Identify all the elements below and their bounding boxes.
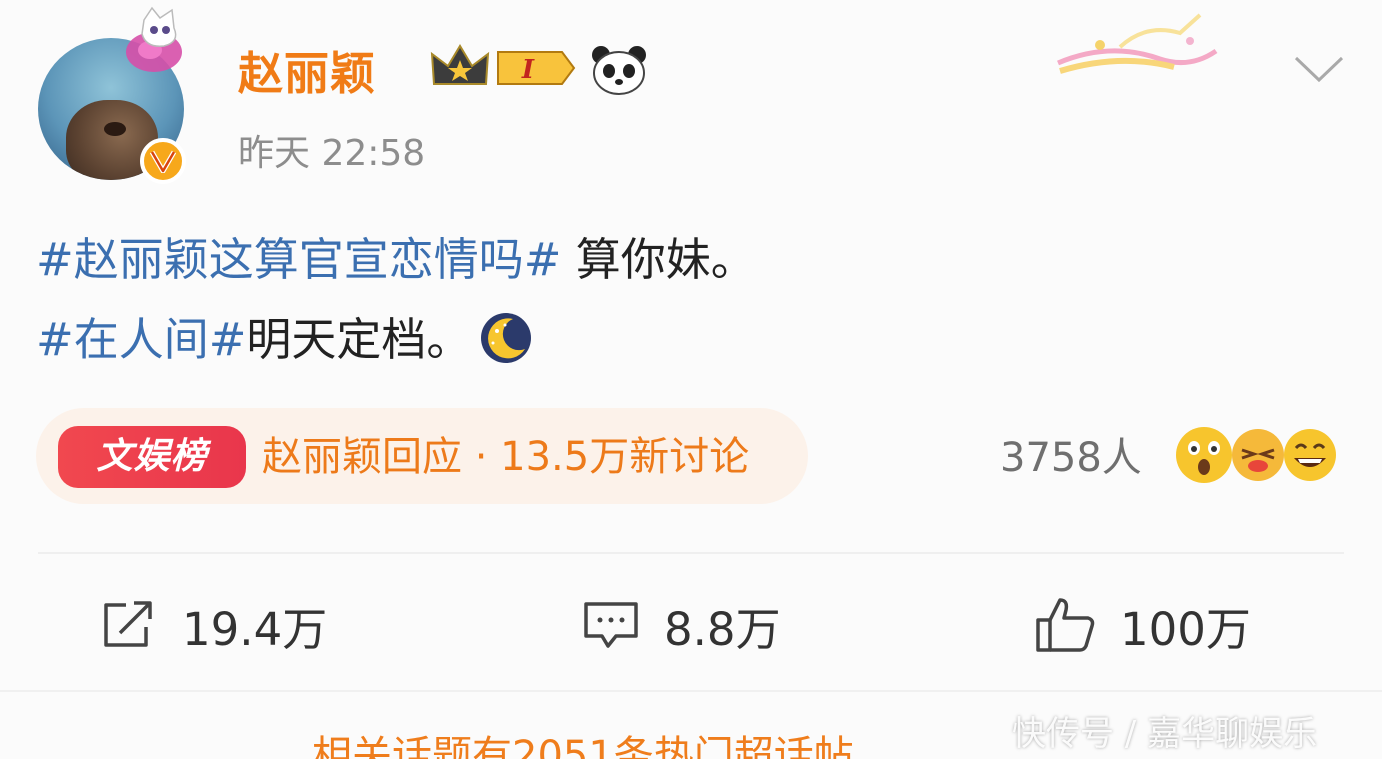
hashtag-link[interactable]: #在人间# [36,313,246,366]
post-time: 昨天 22:58 [238,133,426,174]
related-topics-link[interactable]: 相关话题有2051条热门超话帖 [312,732,854,759]
comment-icon [584,602,638,648]
hashtag-link[interactable]: #赵丽颖这算官宣恋情吗# [36,233,561,286]
crown-level-icon: I [430,44,576,85]
comment-count: 8.8万 [664,602,781,656]
hot-ranking-pill[interactable]: 文娱榜 赵丽颖回应 · 13.5万新讨论 [36,408,808,504]
share-button[interactable]: 19.4万 [100,590,327,660]
post-text: 算你妹。 [561,233,756,286]
reaction-emojis-icon[interactable] [1170,424,1342,486]
comment-button[interactable]: 8.8万 [582,590,781,660]
hot-ranking-badge: 文娱榜 [58,426,246,488]
thumbs-up-icon [1036,598,1095,652]
hot-ranking-text: 赵丽颖回应 · 13.5万新讨论 [262,434,750,480]
share-count: 19.4万 [182,602,328,656]
moon-emoji [481,313,532,363]
post-text: 明天定档。 [246,313,472,366]
level-text: I [521,55,535,85]
member-level-badge[interactable]: I [428,40,578,96]
share-icon [104,601,152,647]
panda-icon [592,46,646,95]
divider [0,690,1382,692]
verified-v-icon [150,150,176,173]
username[interactable]: 赵丽颖 [238,40,376,108]
verified-badge [140,138,186,184]
post-text-line-2: #在人间#明天定档。 [36,308,533,372]
reaction-count[interactable]: 3758人 [1000,428,1142,488]
watermark: 快传号 / 嘉华聊娱乐 [1012,714,1318,754]
weibo-post-card: 赵丽颖 I 昨天 22:58 #赵丽颖这算官宣恋情吗# 算你妹。 #在人间#明天… [0,0,1382,759]
chevron-down-icon[interactable] [1292,50,1346,86]
avatar[interactable] [38,6,186,184]
like-count: 100万 [1120,602,1251,656]
card-decoration-icon [1057,13,1218,74]
like-button[interactable]: 100万 [1034,590,1251,660]
post-text-line-1: #赵丽颖这算官宣恋情吗# 算你妹。 [36,228,756,292]
divider [38,552,1344,554]
avatar-pendant-icon [126,6,182,72]
